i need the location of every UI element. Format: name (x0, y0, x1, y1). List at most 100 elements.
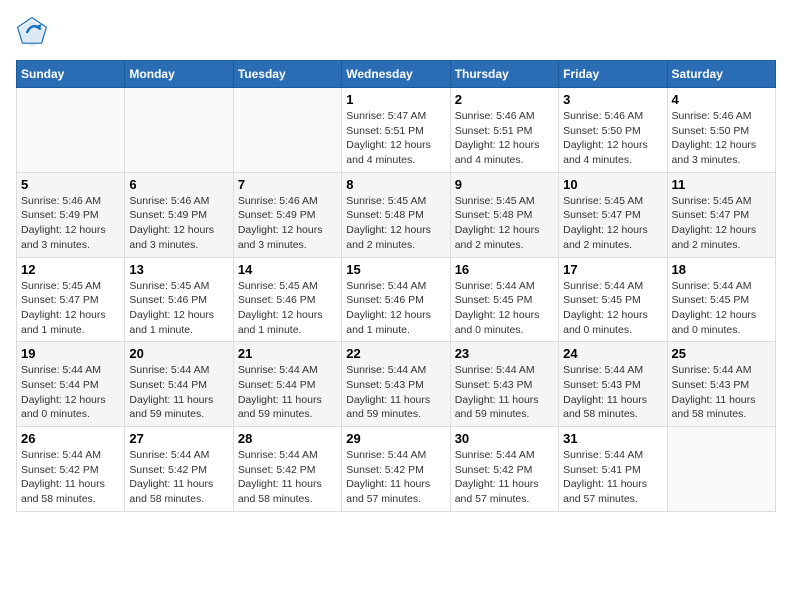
day-info: Sunrise: 5:44 AM Sunset: 5:45 PM Dayligh… (672, 279, 771, 338)
day-number: 29 (346, 431, 445, 446)
weekday-header-sunday: Sunday (17, 61, 125, 88)
day-info: Sunrise: 5:44 AM Sunset: 5:44 PM Dayligh… (21, 363, 120, 422)
day-number: 8 (346, 177, 445, 192)
day-number: 24 (563, 346, 662, 361)
day-number: 2 (455, 92, 554, 107)
day-number: 18 (672, 262, 771, 277)
calendar-header: SundayMondayTuesdayWednesdayThursdayFrid… (17, 61, 776, 88)
day-info: Sunrise: 5:45 AM Sunset: 5:46 PM Dayligh… (129, 279, 228, 338)
calendar-week-1: 1 Sunrise: 5:47 AM Sunset: 5:51 PM Daylig… (17, 88, 776, 173)
calendar-cell: 9 Sunrise: 5:45 AM Sunset: 5:48 PM Daylig… (450, 172, 558, 257)
day-info: Sunrise: 5:44 AM Sunset: 5:43 PM Dayligh… (563, 363, 662, 422)
day-info: Sunrise: 5:44 AM Sunset: 5:44 PM Dayligh… (129, 363, 228, 422)
day-info: Sunrise: 5:44 AM Sunset: 5:41 PM Dayligh… (563, 448, 662, 507)
day-info: Sunrise: 5:46 AM Sunset: 5:49 PM Dayligh… (238, 194, 337, 253)
calendar-cell: 3 Sunrise: 5:46 AM Sunset: 5:50 PM Daylig… (559, 88, 667, 173)
day-info: Sunrise: 5:46 AM Sunset: 5:49 PM Dayligh… (21, 194, 120, 253)
day-info: Sunrise: 5:46 AM Sunset: 5:50 PM Dayligh… (672, 109, 771, 168)
day-number: 12 (21, 262, 120, 277)
calendar-cell: 2 Sunrise: 5:46 AM Sunset: 5:51 PM Daylig… (450, 88, 558, 173)
day-number: 28 (238, 431, 337, 446)
calendar-cell: 8 Sunrise: 5:45 AM Sunset: 5:48 PM Daylig… (342, 172, 450, 257)
day-number: 17 (563, 262, 662, 277)
day-number: 25 (672, 346, 771, 361)
day-info: Sunrise: 5:45 AM Sunset: 5:48 PM Dayligh… (346, 194, 445, 253)
day-info: Sunrise: 5:44 AM Sunset: 5:44 PM Dayligh… (238, 363, 337, 422)
day-info: Sunrise: 5:46 AM Sunset: 5:51 PM Dayligh… (455, 109, 554, 168)
calendar-cell: 27 Sunrise: 5:44 AM Sunset: 5:42 PM Dayli… (125, 427, 233, 512)
calendar-cell: 23 Sunrise: 5:44 AM Sunset: 5:43 PM Dayli… (450, 342, 558, 427)
calendar-cell: 17Sunrise: 5:44 AM Sunset: 5:45 PM Dayli… (559, 257, 667, 342)
day-number: 5 (21, 177, 120, 192)
calendar-cell: 19 Sunrise: 5:44 AM Sunset: 5:44 PM Dayli… (17, 342, 125, 427)
calendar-cell: 24 Sunrise: 5:44 AM Sunset: 5:43 PM Dayli… (559, 342, 667, 427)
calendar-cell: 31 Sunrise: 5:44 AM Sunset: 5:41 PM Dayli… (559, 427, 667, 512)
day-info: Sunrise: 5:44 AM Sunset: 5:43 PM Dayligh… (455, 363, 554, 422)
day-number: 20 (129, 346, 228, 361)
day-number: 27 (129, 431, 228, 446)
day-number: 1 (346, 92, 445, 107)
day-number: 22 (346, 346, 445, 361)
day-number: 26 (21, 431, 120, 446)
calendar-cell: 13 Sunrise: 5:45 AM Sunset: 5:46 PM Dayli… (125, 257, 233, 342)
day-info: Sunrise: 5:44 AM Sunset: 5:45 PM Dayligh… (455, 279, 554, 338)
weekday-header-thursday: Thursday (450, 61, 558, 88)
calendar-cell: 1 Sunrise: 5:47 AM Sunset: 5:51 PM Daylig… (342, 88, 450, 173)
day-number: 11 (672, 177, 771, 192)
day-info: Sunrise: 5:46 AM Sunset: 5:49 PM Dayligh… (129, 194, 228, 253)
day-info: Sunrise: 5:45 AM Sunset: 5:46 PM Dayligh… (238, 279, 337, 338)
day-info: Sunrise: 5:44 AM Sunset: 5:43 PM Dayligh… (346, 363, 445, 422)
day-number: 23 (455, 346, 554, 361)
day-info: Sunrise: 5:46 AM Sunset: 5:50 PM Dayligh… (563, 109, 662, 168)
calendar-cell: 26 Sunrise: 5:44 AM Sunset: 5:42 PM Dayli… (17, 427, 125, 512)
logo (16, 16, 52, 48)
calendar-cell: 4 Sunrise: 5:46 AM Sunset: 5:50 PM Daylig… (667, 88, 775, 173)
calendar-body: 1 Sunrise: 5:47 AM Sunset: 5:51 PM Daylig… (17, 88, 776, 512)
day-number: 10 (563, 177, 662, 192)
calendar-cell: 18 Sunrise: 5:44 AM Sunset: 5:45 PM Dayli… (667, 257, 775, 342)
day-number: 13 (129, 262, 228, 277)
day-number: 3 (563, 92, 662, 107)
weekday-header-tuesday: Tuesday (233, 61, 341, 88)
logo-icon (16, 16, 48, 48)
day-info: Sunrise: 5:45 AM Sunset: 5:47 PM Dayligh… (563, 194, 662, 253)
day-info: Sunrise: 5:44 AM Sunset: 5:42 PM Dayligh… (21, 448, 120, 507)
day-number: 19 (21, 346, 120, 361)
page-header (16, 16, 776, 48)
calendar-cell: 6 Sunrise: 5:46 AM Sunset: 5:49 PM Daylig… (125, 172, 233, 257)
calendar-cell: 21 Sunrise: 5:44 AM Sunset: 5:44 PM Dayli… (233, 342, 341, 427)
day-number: 21 (238, 346, 337, 361)
day-info: Sunrise: 5:45 AM Sunset: 5:48 PM Dayligh… (455, 194, 554, 253)
calendar-cell: 29 Sunrise: 5:44 AM Sunset: 5:42 PM Dayli… (342, 427, 450, 512)
day-number: 6 (129, 177, 228, 192)
calendar-cell (233, 88, 341, 173)
calendar-cell: 16 Sunrise: 5:44 AM Sunset: 5:45 PM Dayli… (450, 257, 558, 342)
calendar-cell: 30 Sunrise: 5:44 AM Sunset: 5:42 PM Dayli… (450, 427, 558, 512)
calendar-cell (17, 88, 125, 173)
day-info: Sunrise: 5:47 AM Sunset: 5:51 PM Dayligh… (346, 109, 445, 168)
calendar-cell: 11Sunrise: 5:45 AM Sunset: 5:47 PM Dayli… (667, 172, 775, 257)
calendar-week-2: 5 Sunrise: 5:46 AM Sunset: 5:49 PM Daylig… (17, 172, 776, 257)
calendar-cell: 22 Sunrise: 5:44 AM Sunset: 5:43 PM Dayli… (342, 342, 450, 427)
calendar-cell: 25 Sunrise: 5:44 AM Sunset: 5:43 PM Dayli… (667, 342, 775, 427)
calendar-cell: 7 Sunrise: 5:46 AM Sunset: 5:49 PM Daylig… (233, 172, 341, 257)
day-number: 4 (672, 92, 771, 107)
weekday-header-wednesday: Wednesday (342, 61, 450, 88)
day-info: Sunrise: 5:44 AM Sunset: 5:43 PM Dayligh… (672, 363, 771, 422)
day-number: 30 (455, 431, 554, 446)
calendar-cell: 20 Sunrise: 5:44 AM Sunset: 5:44 PM Dayli… (125, 342, 233, 427)
day-info: Sunrise: 5:44 AM Sunset: 5:42 PM Dayligh… (129, 448, 228, 507)
calendar-week-5: 26 Sunrise: 5:44 AM Sunset: 5:42 PM Dayli… (17, 427, 776, 512)
day-number: 16 (455, 262, 554, 277)
calendar-cell: 5 Sunrise: 5:46 AM Sunset: 5:49 PM Daylig… (17, 172, 125, 257)
weekday-header-saturday: Saturday (667, 61, 775, 88)
day-number: 7 (238, 177, 337, 192)
day-number: 14 (238, 262, 337, 277)
day-info: Sunrise: 5:45 AM Sunset: 5:47 PM Dayligh… (21, 279, 120, 338)
calendar-cell: 14 Sunrise: 5:45 AM Sunset: 5:46 PM Dayli… (233, 257, 341, 342)
day-info: Sunrise: 5:44 AM Sunset: 5:42 PM Dayligh… (455, 448, 554, 507)
day-number: 31 (563, 431, 662, 446)
weekday-header-row: SundayMondayTuesdayWednesdayThursdayFrid… (17, 61, 776, 88)
day-info: Sunrise: 5:44 AM Sunset: 5:42 PM Dayligh… (346, 448, 445, 507)
day-number: 9 (455, 177, 554, 192)
